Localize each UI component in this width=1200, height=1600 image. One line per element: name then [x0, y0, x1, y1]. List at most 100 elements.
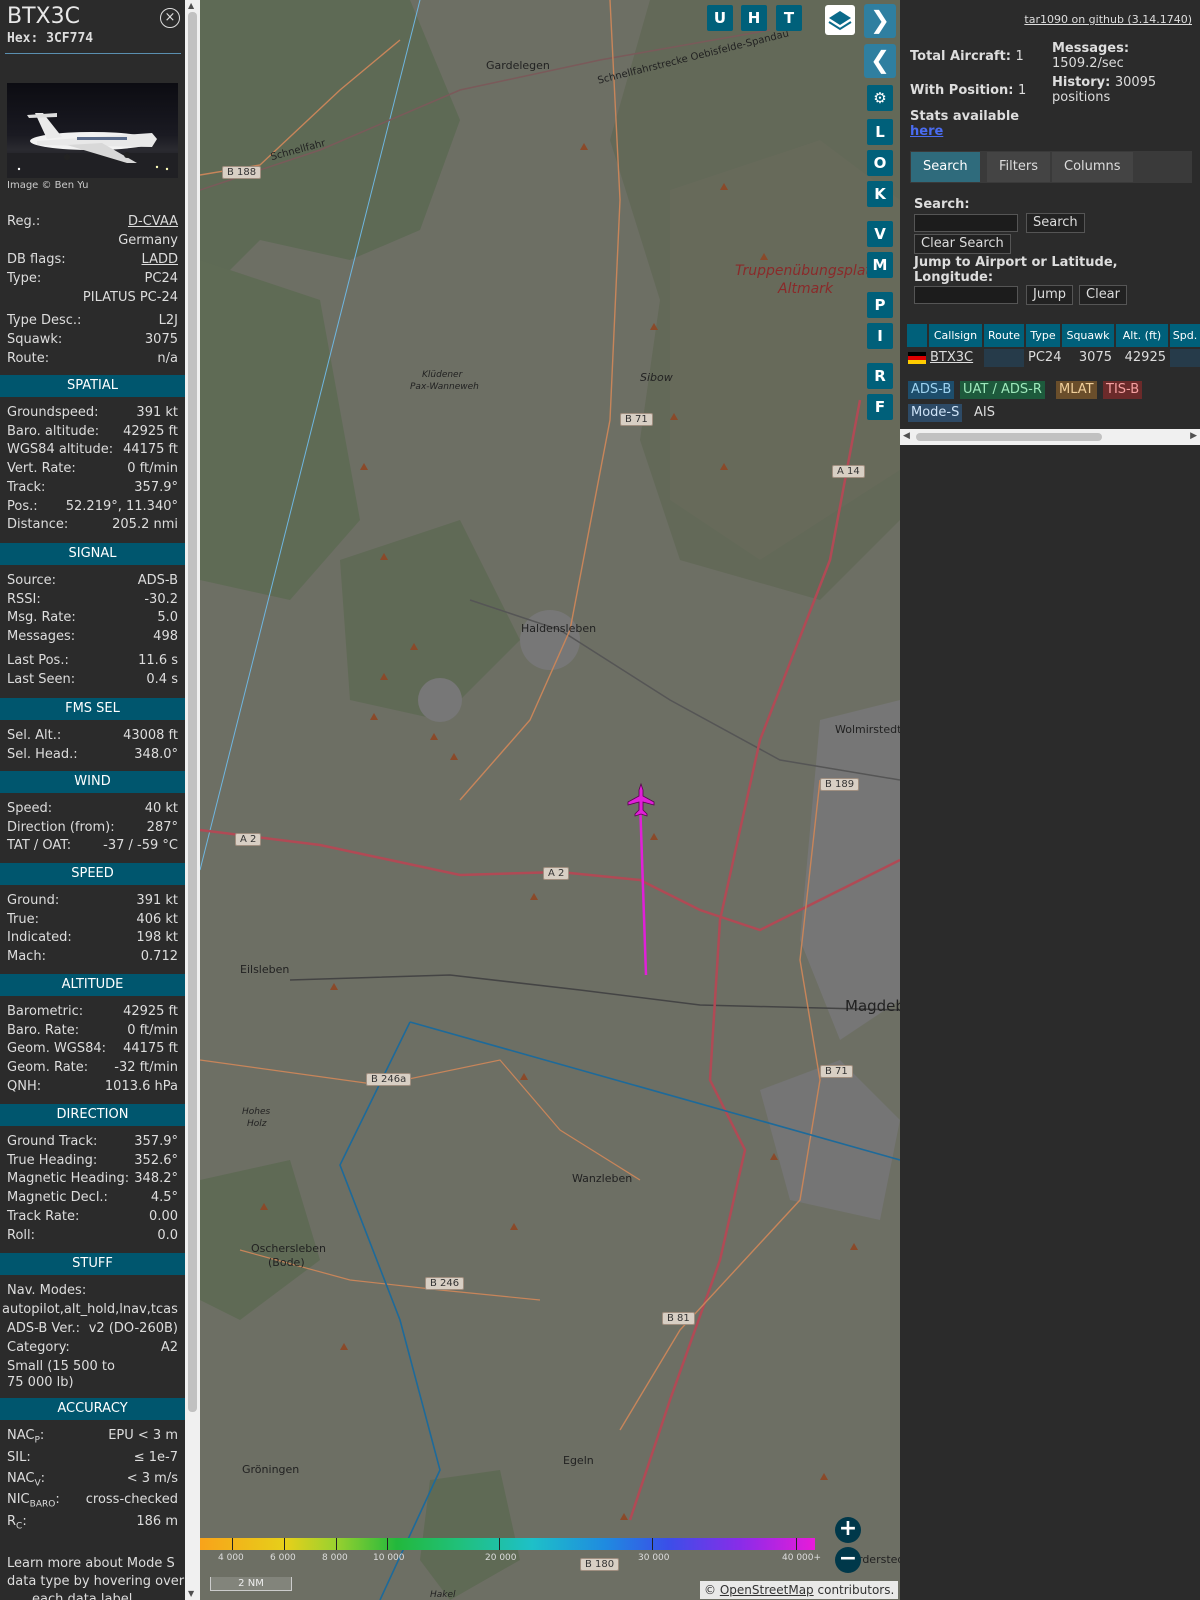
colorbar-tick [387, 1538, 388, 1550]
direction-label: Track Rate: [7, 1208, 80, 1224]
side-button-o[interactable]: O [867, 150, 893, 176]
navmodes-label: Nav. Modes: [7, 1283, 87, 1298]
tab-columns[interactable]: Columns [1052, 152, 1133, 182]
side-button-p[interactable]: P [867, 292, 893, 318]
scroll-right-icon[interactable]: ▶ [1190, 431, 1197, 441]
side-button-i[interactable]: I [867, 323, 893, 349]
road-badge: B 71 [820, 1065, 853, 1078]
signal-label: RSSI: [7, 591, 41, 607]
altitude-label: QNH: [7, 1078, 42, 1094]
place-label: Altmark [778, 281, 834, 297]
side-button-r[interactable]: R [867, 363, 893, 389]
side-button-k[interactable]: K [867, 181, 893, 207]
github-link[interactable]: tar1090 on github (3.14.1740) [1024, 13, 1192, 26]
place-label: Magdeb [845, 997, 900, 1015]
altitude-colorbar [200, 1538, 815, 1550]
adsbver-label: ADS-B Ver.: [7, 1321, 80, 1336]
speed-row: Ground: 391 kt [7, 893, 178, 912]
spatial-row: Track: 357.9° [7, 480, 178, 499]
tab-filters[interactable]: Filters [987, 152, 1050, 182]
road-badge: A 2 [543, 867, 570, 880]
speed-row: Indicated: 198 kt [7, 930, 178, 949]
typedesc-row: Type Desc.: L2J [7, 313, 178, 332]
tab-search[interactable]: Search [911, 152, 980, 182]
scroll-up-icon[interactable]: ▲ [188, 1, 194, 10]
altitude-value: -32 ft/min [114, 1060, 178, 1076]
accuracy-label: NACP: [7, 1428, 44, 1446]
scroll-down-icon[interactable]: ▼ [188, 1589, 194, 1598]
aircraft-photo[interactable] [7, 83, 178, 178]
signal-row: Last Pos.: 11.6 s [7, 653, 178, 672]
jump-button[interactable]: Jump [1026, 285, 1073, 305]
typedesc-value: L2J [158, 313, 178, 328]
country-value: Germany [118, 233, 178, 248]
fms-label: Sel. Head.: [7, 746, 78, 762]
settings-gear-icon[interactable]: ⚙ [867, 85, 893, 111]
row-route [984, 349, 1024, 367]
expand-right-icon[interactable]: ❯ [864, 4, 896, 38]
total-label: Total Aircraft: [910, 49, 1011, 64]
col-callsign[interactable]: Callsign [929, 324, 982, 347]
zoom-in-button[interactable]: + [835, 1517, 861, 1543]
category-desc-1: Small (15 500 to [7, 1359, 115, 1374]
col-route[interactable]: Route [984, 324, 1024, 347]
fms-label: Sel. Alt.: [7, 728, 62, 743]
side-button-l[interactable]: L [867, 119, 893, 145]
toolbar-h-button[interactable]: H [741, 5, 767, 31]
accuracy-value: ≤ 1e-7 [133, 1450, 178, 1465]
spatial-value: 357.9° [134, 479, 178, 495]
col-alt[interactable]: Alt. (ft) [1116, 324, 1168, 347]
stats-link[interactable]: here [910, 124, 943, 139]
accuracy-label-main: NAC [7, 1471, 35, 1486]
col-type[interactable]: Type [1026, 324, 1060, 347]
left-panel-scrollbar[interactable]: ▲ ▼ [185, 0, 200, 1600]
route-value: n/a [157, 351, 178, 366]
row-callsign[interactable]: BTX3C [930, 349, 973, 367]
col-squawk[interactable]: Squawk [1062, 324, 1114, 347]
clear-search-button[interactable]: Clear Search [914, 234, 1011, 254]
spatial-row: Pos.: 52.219°, 11.340° [7, 499, 178, 518]
scrollbar-thumb[interactable] [188, 12, 197, 1412]
jump-input[interactable] [914, 286, 1018, 304]
accuracy-row: NACP: EPU < 3 m [7, 1428, 178, 1447]
table-hscrollbar[interactable]: ◀ ▶ [900, 429, 1200, 445]
spatial-label: Track: [7, 479, 46, 495]
side-button-m[interactable]: M [867, 252, 893, 278]
search-input[interactable] [914, 214, 1018, 232]
col-spd[interactable]: Spd. [1170, 324, 1200, 347]
dbflags-link[interactable]: LADD [142, 252, 178, 267]
zoom-out-button[interactable]: − [835, 1547, 861, 1573]
side-button-v[interactable]: V [867, 221, 893, 247]
toolbar-t-button[interactable]: T [776, 5, 802, 31]
history-value: 30095 [1114, 75, 1157, 90]
spatial-value: 44175 ft [123, 442, 178, 458]
total-value: 1 [1015, 49, 1024, 64]
altitude-label: Geom. WGS84: [7, 1041, 107, 1057]
side-button-f[interactable]: F [867, 394, 893, 420]
place-label: Egeln [563, 1454, 594, 1467]
collapse-left-icon[interactable]: ❮ [864, 44, 896, 78]
reg-link[interactable]: D-CVAA [128, 214, 178, 229]
close-icon[interactable]: × [160, 8, 180, 28]
place-label: Klüdener [422, 370, 463, 380]
toolbar-u-button[interactable]: U [707, 5, 733, 31]
attribution-link[interactable]: OpenStreetMap [720, 1583, 814, 1597]
road-badge: A 2 [235, 833, 262, 846]
map-view[interactable]: Gardelegen Haldensleben Truppenübungspla… [200, 0, 900, 1600]
source-badge: MLAT [1056, 381, 1097, 399]
layers-icon[interactable] [825, 5, 855, 35]
scale-bar: 2 NM [210, 1577, 292, 1591]
clear-button[interactable]: Clear [1079, 285, 1127, 305]
aircraft-photo-image [7, 113, 178, 178]
direction-row: Magnetic Decl.: 4.5° [7, 1190, 178, 1209]
road-badge: B 246 [425, 1277, 465, 1290]
hscroll-thumb[interactable] [916, 433, 1102, 441]
with-position: With Position: 1 [910, 83, 1026, 98]
spatial-row: Baro. altitude: 42925 ft [7, 424, 178, 443]
learn-more-1: Learn more about Mode S [7, 1556, 175, 1571]
search-button[interactable]: Search [1026, 213, 1085, 233]
scroll-left-icon[interactable]: ◀ [903, 431, 910, 441]
colorbar-tick [336, 1538, 337, 1550]
road-badge: B 246a [366, 1073, 412, 1086]
accuracy-label-tail: : [22, 1514, 27, 1529]
